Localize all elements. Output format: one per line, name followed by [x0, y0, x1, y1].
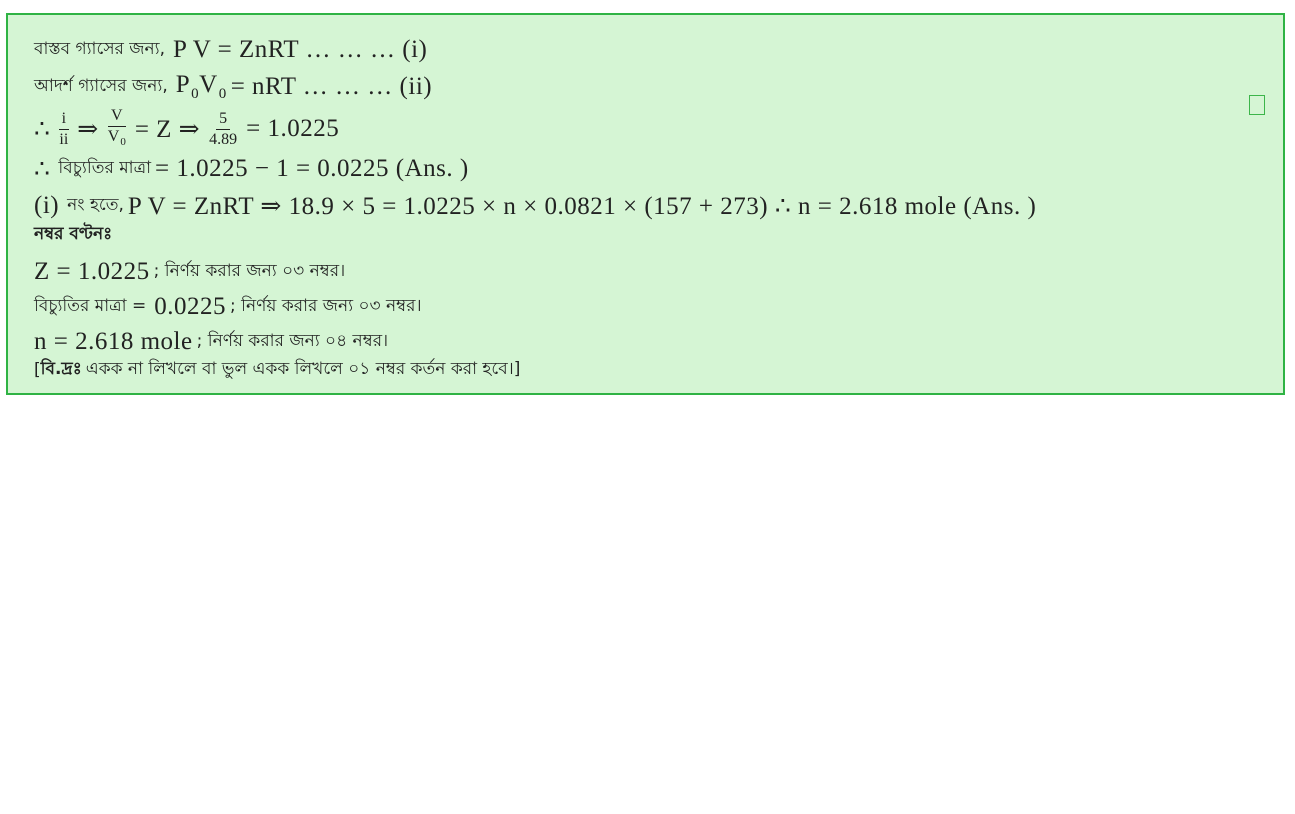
- fraction-denominator: 4.89: [209, 130, 238, 148]
- marks-line-deviation: বিচ্যুতির মাত্রা = 0.0225 ; নির্ণয় করার…: [34, 292, 422, 322]
- note-open-bracket: [: [34, 360, 41, 380]
- equation-reference: (i): [34, 192, 60, 219]
- deviation-line: ∴ বিচ্যুতির মাত্রা = 1.0225 − 1 = 0.0225…: [34, 154, 469, 184]
- marks-line-z: Z = 1.0225 ; নির্ণয় করার জন্য ০৩ নম্বর।: [34, 257, 345, 287]
- moles-equation: P V = ZnRT ⇒ 18.9 × 5 = 1.0225 × n × 0.0…: [127, 193, 1037, 220]
- marks-moles-value: n = 2.618 mole: [34, 328, 193, 355]
- fraction-numerator: 5: [216, 109, 231, 130]
- implies-arrow: ⇒: [77, 116, 99, 143]
- denominator-symbol: V: [107, 128, 120, 145]
- volume-symbol: V: [199, 71, 218, 98]
- real-gas-equation: P V = ZnRT … … … (i): [173, 36, 428, 63]
- denominator-subscript: 0: [120, 136, 126, 148]
- moles-line: (i) নং হতে, P V = ZnRT ⇒ 18.9 × 5 = 1.02…: [34, 191, 1036, 221]
- marks-z-text: ; নির্ণয় করার জন্য ০৩ নম্বর।: [153, 261, 346, 281]
- note-line: [ বি.দ্রঃ একক না লিখলে বা ভুল একক লিখলে …: [34, 357, 520, 383]
- marks-deviation-label: বিচ্যুতির মাত্রা =: [34, 296, 147, 316]
- real-gas-label: বাস্তব গ্যাসের জন্য,: [34, 39, 165, 59]
- fraction-numerator: i: [58, 109, 70, 130]
- fraction-denominator: ii: [59, 130, 69, 148]
- ideal-gas-pressure: P0V0: [176, 71, 227, 103]
- marks-deviation-value: 0.0225: [154, 293, 226, 320]
- pressure-subscript: 0: [191, 86, 200, 102]
- marks-heading-line: নম্বর বণ্টনঃ: [34, 223, 112, 247]
- answer-box: বাস্তব গ্যাসের জন্য, P V = ZnRT … … … (i…: [6, 13, 1285, 395]
- pressure-symbol: P: [175, 71, 191, 98]
- note-text: একক না লিখলে বা ভুল একক লিখলে ০১ নম্বর ক…: [85, 359, 521, 379]
- compressibility-result: = 1.0225: [246, 115, 340, 142]
- fraction-numerator: V: [108, 106, 126, 127]
- equals-z-implies: = Z ⇒: [134, 116, 201, 143]
- therefore-symbol: ∴: [34, 116, 51, 143]
- fraction-v-over-v0: V V0: [105, 106, 129, 152]
- fraction-5-over-4-89: 5 4.89: [206, 109, 240, 150]
- marks-deviation-text: ; নির্ণয় করার জন্য ০৩ নম্বর।: [230, 296, 422, 316]
- marks-line-moles: n = 2.618 mole ; নির্ণয় করার জন্য ০৪ নম…: [34, 327, 388, 357]
- equation-line-real-gas: বাস্তব গ্যাসের জন্য, P V = ZnRT … … … (i…: [34, 35, 427, 65]
- deviation-equation: = 1.0225 − 1 = 0.0225 (Ans. ): [155, 155, 469, 182]
- marks-moles-text: ; নির্ণয় করার জন্য ০৪ নম্বর।: [196, 331, 389, 351]
- marks-z-value: Z = 1.0225: [34, 258, 150, 285]
- fraction-denominator: V0: [105, 127, 129, 152]
- ratio-line: ∴ i ii ⇒ V V0 = Z ⇒ 5 4.89 = 1.0225: [34, 107, 339, 151]
- empty-box-icon: [1249, 95, 1265, 115]
- fraction-i-over-ii: i ii: [56, 109, 71, 150]
- from-equation-label: নং হতে,: [67, 195, 124, 215]
- therefore-symbol: ∴: [34, 156, 51, 183]
- note-label: বি.দ্রঃ: [40, 359, 82, 379]
- volume-subscript: 0: [218, 86, 227, 102]
- ideal-gas-equation-rest: = nRT … … … (ii): [230, 73, 433, 100]
- ideal-gas-label: আদর্শ গ্যাসের জন্য,: [34, 76, 168, 96]
- marks-heading: নম্বর বণ্টনঃ: [34, 224, 113, 244]
- deviation-label: বিচ্যুতির মাত্রা: [58, 158, 151, 178]
- equation-line-ideal-gas: আদর্শ গ্যাসের জন্য, P0V0 = nRT … … … (ii…: [34, 71, 433, 103]
